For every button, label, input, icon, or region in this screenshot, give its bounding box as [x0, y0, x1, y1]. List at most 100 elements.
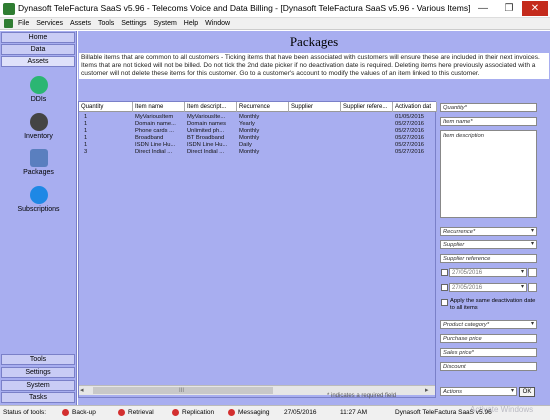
sales-price-field[interactable]: Sales price*	[440, 348, 537, 357]
menu-file[interactable]: File	[18, 18, 29, 30]
cell-item-description: MyVariousIte...	[187, 114, 226, 120]
cell-activation-date: 05/27/2016	[395, 142, 425, 148]
calendar-icon[interactable]	[528, 283, 537, 292]
supplier-reference-field[interactable]: Supplier reference	[440, 254, 537, 263]
same-date-checkbox[interactable]	[441, 299, 448, 306]
column-header-supplier-reference[interactable]: Supplier refere...	[341, 102, 393, 112]
column-header-supplier[interactable]: Supplier	[289, 102, 341, 112]
sidebar-item-packages[interactable]: Packages	[10, 149, 67, 176]
cell-item-name: Direct Indial ...	[135, 149, 173, 155]
menu-tools[interactable]: Tools	[98, 18, 114, 30]
app-menu-icon[interactable]	[4, 18, 13, 28]
cell-recurrence: Monthly	[239, 135, 260, 141]
cell-activation-date: 01/05/2015	[395, 114, 425, 120]
status-messaging: Messaging	[228, 408, 269, 418]
cell-supplier	[289, 121, 341, 128]
menu-assets[interactable]: Assets	[70, 18, 91, 30]
table-row[interactable]: 1 ISDN Line Hu... ISDN Line Hu... Daily …	[79, 142, 437, 149]
status-label: Status of tools:	[3, 409, 46, 416]
activation-date-picker[interactable]: 27/05/2016	[449, 268, 527, 277]
app-icon	[3, 3, 15, 15]
required-field-note: * indicates a required field	[327, 393, 397, 399]
scroll-grip: III	[179, 388, 185, 394]
cell-supplier-reference	[341, 135, 393, 142]
menu-settings[interactable]: Settings	[121, 18, 146, 30]
actions-dropdown[interactable]: Actions	[440, 387, 517, 396]
ok-button[interactable]: OK	[519, 387, 535, 397]
clock-icon	[29, 113, 48, 131]
activation-date-checkbox[interactable]	[441, 269, 448, 276]
deactivation-date-checkbox[interactable]	[441, 284, 448, 291]
sidebar-tab-settings[interactable]: Settings	[1, 367, 75, 378]
chevron-down-icon[interactable]: ▾	[528, 227, 537, 236]
column-header-activation-date[interactable]: Activation dat	[393, 102, 437, 112]
sidebar-tab-tools[interactable]: Tools	[1, 354, 75, 365]
sidebar-tab-data[interactable]: Data	[1, 44, 75, 55]
activation-watermark: Activate Windows	[470, 405, 534, 414]
sidebar-item-subscriptions[interactable]: Subscriptions	[10, 186, 67, 213]
menu-help[interactable]: Help	[184, 18, 198, 30]
cell-quantity: 1	[84, 142, 88, 148]
chevron-down-icon[interactable]: ▾	[518, 268, 527, 277]
table-header: Quantity Item name Item descript... Recu…	[79, 102, 437, 112]
supplier-dropdown[interactable]: Supplier	[440, 240, 537, 249]
cell-item-name: MyVariousItem	[135, 114, 174, 120]
menu-window[interactable]: Window	[205, 18, 230, 30]
sidebar-tab-home[interactable]: Home	[1, 32, 75, 43]
cell-item-name: Broadband	[135, 135, 164, 141]
menu-services[interactable]: Services	[36, 18, 63, 30]
item-description-field[interactable]: Item description	[440, 130, 537, 218]
table-row[interactable]: 1 Domain name... Domain names Yearly 05/…	[79, 121, 437, 128]
cell-supplier-reference	[341, 121, 393, 128]
cell-item-description: BT Broadband	[187, 135, 225, 141]
discount-field[interactable]: Discount	[440, 362, 537, 371]
menu-system[interactable]: System	[154, 18, 177, 30]
sidebar-item-ddis[interactable]: DDIs	[10, 76, 67, 103]
table-row[interactable]: 1 Broadband BT Broadband Monthly 05/27/2…	[79, 135, 437, 142]
cell-item-description: ISDN Line Hu...	[187, 142, 228, 148]
table-row[interactable]: 1 Phone cards ... Unlimited ph... Monthl…	[79, 128, 437, 135]
chevron-down-icon[interactable]: ▾	[528, 320, 537, 329]
table-row[interactable]: 1 MyVariousItem MyVariousIte... Monthly …	[79, 114, 437, 121]
minimize-button[interactable]: —	[470, 1, 496, 16]
sidebar-tab-system[interactable]: System	[1, 380, 75, 391]
close-button[interactable]: ✕	[522, 1, 548, 16]
info-text: Billable items that are common to all cu…	[79, 53, 549, 79]
recurrence-dropdown[interactable]: Recurrence*	[440, 227, 537, 236]
chevron-down-icon[interactable]: ▾	[508, 387, 517, 396]
cell-recurrence: Daily	[239, 142, 252, 148]
status-indicator-icon	[118, 408, 125, 416]
cell-activation-date: 05/27/2016	[395, 135, 425, 141]
purchase-price-field[interactable]: Purchase price	[440, 334, 537, 343]
deactivation-date-picker[interactable]: 27/05/2016	[449, 283, 527, 292]
sidebar-item-label: DDIs	[30, 96, 47, 103]
status-indicator-icon	[62, 408, 69, 416]
sidebar-tab-assets[interactable]: Assets	[1, 56, 75, 67]
chevron-down-icon[interactable]: ▾	[528, 240, 537, 249]
quantity-field[interactable]: Quantity*	[440, 103, 537, 112]
column-header-quantity[interactable]: Quantity	[79, 102, 133, 112]
status-bar: Status of tools: Back-up Retrieval Repli…	[0, 405, 550, 420]
sidebar-tab-tasks[interactable]: Tasks	[1, 392, 75, 403]
cell-activation-date: 05/27/2016	[395, 128, 425, 134]
scroll-right-icon[interactable]: ▸	[425, 386, 429, 396]
column-header-item-name[interactable]: Item name	[133, 102, 185, 112]
status-replication: Replication	[172, 408, 214, 418]
sidebar-item-inventory[interactable]: Inventory	[10, 113, 67, 140]
table-row[interactable]: 3 Direct Indial ... Direct Indial ... Mo…	[79, 149, 437, 156]
cell-recurrence: Monthly	[239, 128, 260, 134]
status-indicator-icon	[228, 408, 235, 416]
product-category-dropdown[interactable]: Product category*	[440, 320, 537, 329]
maximize-button[interactable]: ❐	[496, 1, 522, 16]
column-header-item-description[interactable]: Item descript...	[185, 102, 237, 112]
cell-supplier	[289, 149, 341, 156]
calendar-icon[interactable]	[528, 268, 537, 277]
chevron-down-icon[interactable]: ▾	[518, 283, 527, 292]
packages-table[interactable]: Quantity Item name Item descript... Recu…	[78, 101, 437, 398]
scroll-left-icon[interactable]: ◂	[80, 386, 84, 396]
column-header-recurrence[interactable]: Recurrence	[237, 102, 289, 112]
sidebar-item-label: Packages	[23, 169, 54, 176]
sidebar-item-label: Subscriptions	[17, 206, 60, 213]
item-name-field[interactable]: Item name*	[440, 117, 537, 126]
menu-bar: File Services Assets Tools Settings Syst…	[0, 18, 550, 30]
